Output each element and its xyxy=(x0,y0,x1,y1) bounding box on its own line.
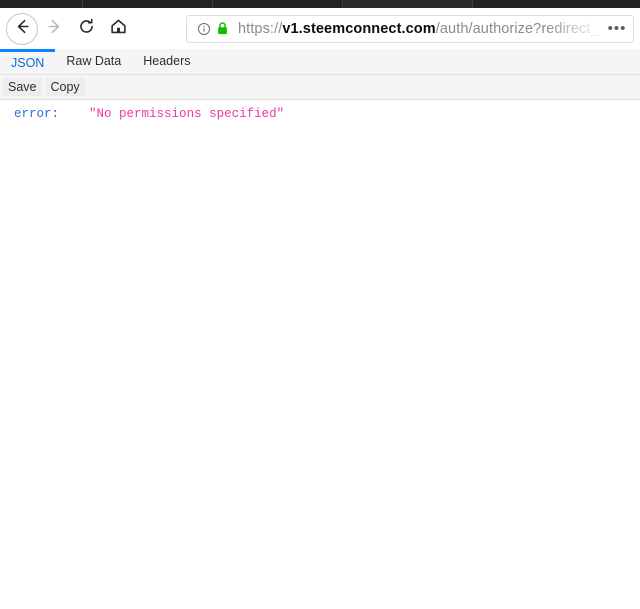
navigation-toolbar: https://v1.steemconnect.com/auth/authori… xyxy=(0,8,640,49)
url-subdomain: v1. xyxy=(282,20,303,37)
arrow-right-icon xyxy=(46,18,63,40)
home-icon xyxy=(110,18,127,40)
copy-button[interactable]: Copy xyxy=(45,78,85,96)
json-content-panel: error: "No permissions specified" xyxy=(0,100,640,593)
url-bar[interactable]: https://v1.steemconnect.com/auth/authori… xyxy=(186,14,634,43)
browser-tab[interactable] xyxy=(212,0,342,8)
browser-tab[interactable] xyxy=(82,0,212,8)
reload-button[interactable] xyxy=(70,13,102,45)
tab-json[interactable]: JSON xyxy=(0,49,56,74)
url-text: https://v1.steemconnect.com/auth/authori… xyxy=(238,21,603,37)
save-button[interactable]: Save xyxy=(3,78,42,96)
browser-tab[interactable] xyxy=(472,0,640,8)
home-button[interactable] xyxy=(102,13,134,45)
url-host: steemconnect.com xyxy=(302,20,436,37)
arrow-left-icon xyxy=(14,18,31,40)
reload-icon xyxy=(78,18,95,40)
info-circle-icon[interactable] xyxy=(197,22,211,36)
browser-chrome: https://v1.steemconnect.com/auth/authori… xyxy=(0,0,640,49)
padlock-icon[interactable] xyxy=(216,21,229,36)
tab-strip xyxy=(0,0,640,8)
ellipsis-icon[interactable]: ••• xyxy=(603,16,631,42)
json-viewer-toolbar: Save Copy xyxy=(0,75,640,100)
tab-raw-data[interactable]: Raw Data xyxy=(55,49,132,74)
back-button[interactable] xyxy=(6,12,38,45)
forward-button xyxy=(38,13,70,45)
json-colon: : xyxy=(51,107,60,121)
json-viewer: JSON Raw Data Headers Save Copy error: "… xyxy=(0,49,640,593)
url-path: /auth/authorize?redirect_ xyxy=(435,20,599,37)
url-scheme: https:// xyxy=(238,20,283,37)
json-row[interactable]: error: "No permissions specified" xyxy=(0,106,640,123)
json-value: "No permissions specified" xyxy=(89,107,285,121)
json-viewer-tabs: JSON Raw Data Headers xyxy=(0,49,640,75)
browser-tab[interactable] xyxy=(0,0,82,8)
tab-headers[interactable]: Headers xyxy=(132,49,201,74)
browser-tab-active[interactable] xyxy=(342,0,472,8)
json-gap xyxy=(59,106,89,123)
json-key: error xyxy=(14,107,52,121)
